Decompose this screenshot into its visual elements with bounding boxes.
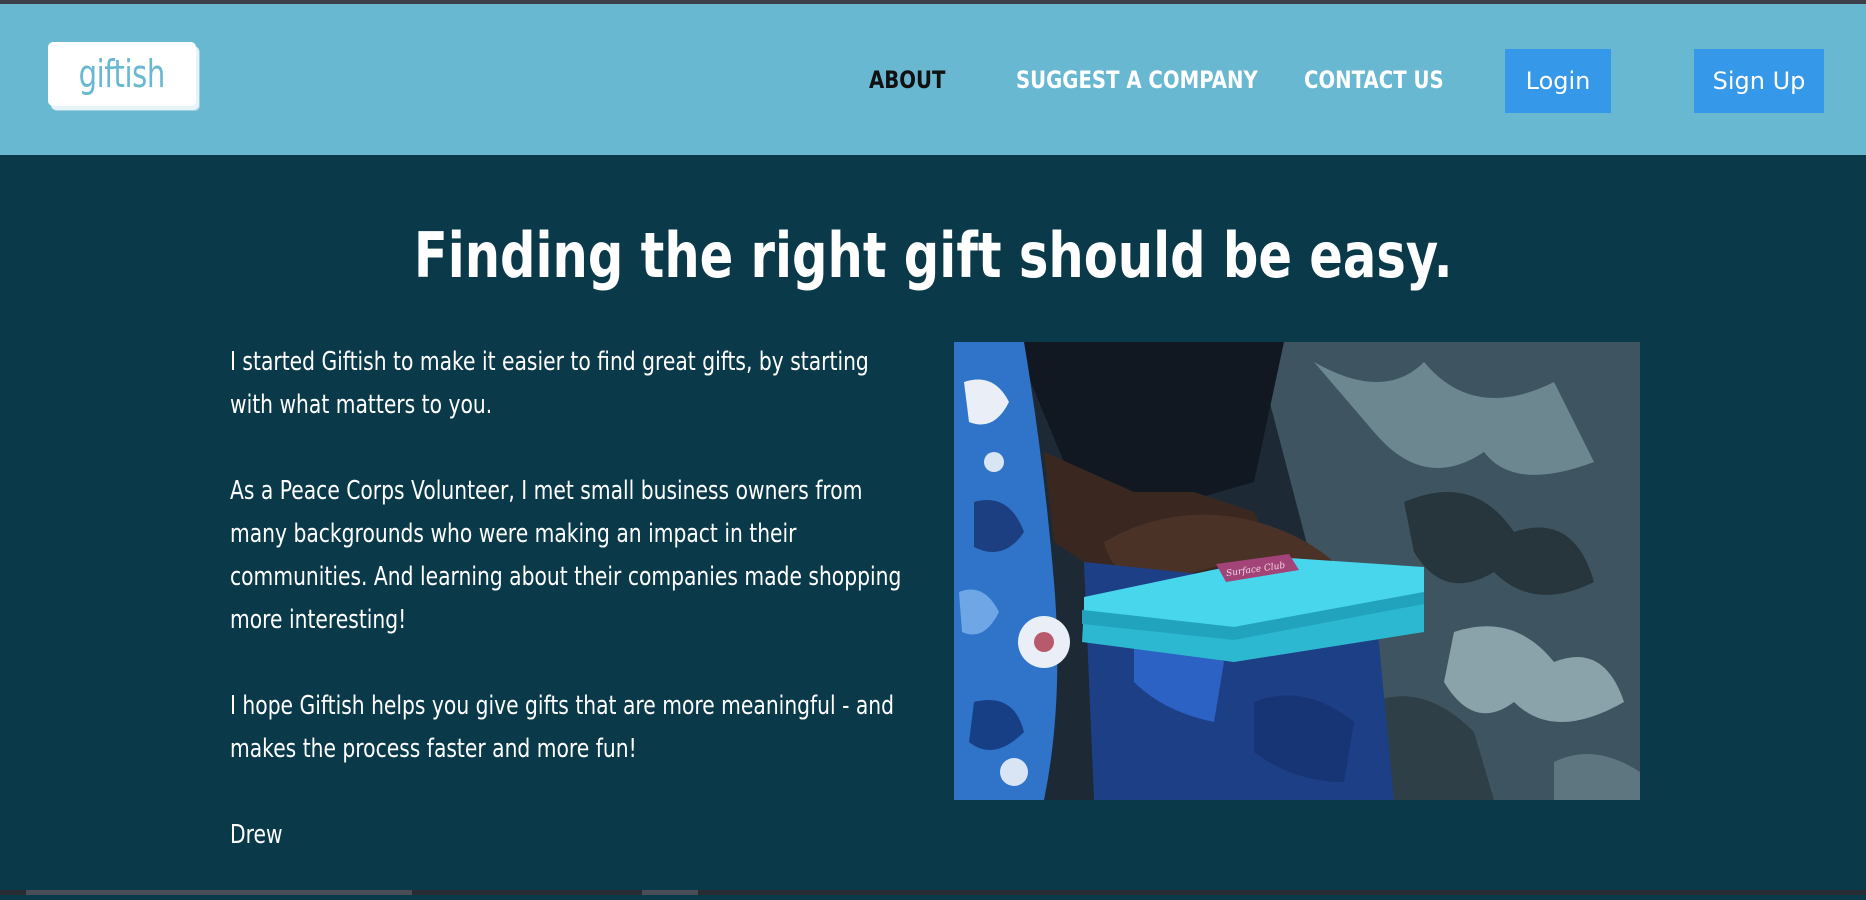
page-title: Finding the right gift should be easy. [413, 219, 1453, 292]
giftish-logo[interactable]: giftish [48, 42, 196, 106]
login-button[interactable]: Login [1505, 49, 1611, 113]
gift-photo: Surface Club [954, 342, 1640, 800]
about-paragraph-2: As a Peace Corps Volunteer, I met small … [230, 476, 902, 635]
gift-photo-illustration: Surface Club [954, 342, 1640, 800]
about-paragraph-3: I hope Giftish helps you give gifts that… [230, 691, 895, 764]
about-paragraph-1: I started Giftish to make it easier to f… [230, 347, 869, 420]
signature: Drew [230, 820, 283, 850]
about-copy: I started Giftish to make it easier to f… [230, 341, 920, 900]
signup-button[interactable]: Sign Up [1694, 49, 1824, 113]
window-status-bar [0, 890, 1866, 895]
site-header: giftish ABOUT SUGGEST A COMPANY CONTACT … [0, 4, 1866, 155]
status-segment [642, 890, 698, 895]
about-section: Finding the right gift should be easy. I… [0, 155, 1866, 890]
nav-contact-us[interactable]: CONTACT US [1304, 66, 1444, 94]
logo-text: giftish [78, 52, 166, 96]
nav-about[interactable]: ABOUT [869, 66, 945, 94]
status-segment [26, 890, 412, 895]
nav-suggest-a-company[interactable]: SUGGEST A COMPANY [1016, 66, 1258, 94]
